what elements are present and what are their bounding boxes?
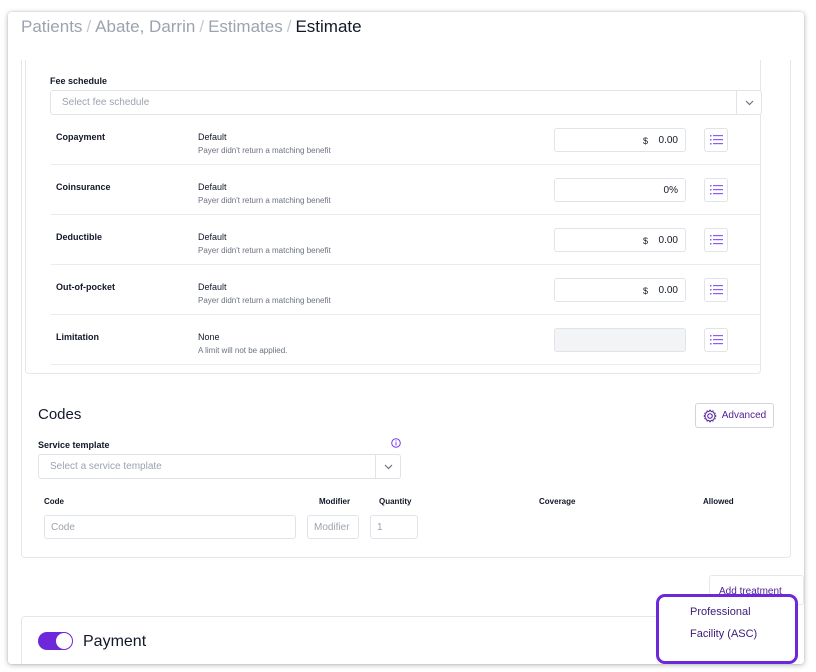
list-icon[interactable]: [704, 228, 728, 252]
benefit-note: Payer didn't return a matching benefit: [198, 196, 331, 205]
modifier-input[interactable]: Modifier: [307, 515, 359, 539]
code-placeholder: Code: [51, 522, 75, 533]
breadcrumb-estimates[interactable]: Estimates: [208, 17, 283, 36]
fee-schedule-label: Fee schedule: [50, 76, 108, 86]
app-window: Patients / Abate, Darrin / Estimates / Estimat…: [8, 12, 804, 664]
service-template-placeholder: Select a service template: [50, 461, 162, 472]
column-modifier: Modifier: [319, 497, 351, 506]
benefit-name: Coinsurance: [56, 182, 111, 192]
payment-toggle[interactable]: [38, 632, 73, 650]
benefit-row-coinsurance: Coinsurance Default Payer didn't return …: [51, 165, 761, 215]
list-icon[interactable]: [704, 278, 728, 302]
chevron-down-icon[interactable]: [375, 455, 400, 478]
benefit-value: 0.00: [658, 235, 678, 246]
chevron-down-icon[interactable]: [736, 91, 761, 114]
breadcrumb-separator: /: [86, 17, 92, 36]
toggle-knob: [56, 633, 72, 649]
advanced-label: Advanced: [721, 410, 767, 421]
codes-heading: Codes: [38, 406, 82, 423]
menu-item-professional[interactable]: Professional: [690, 606, 751, 618]
currency-symbol: $: [643, 286, 649, 296]
gear-icon: [703, 409, 717, 422]
column-coverage: Coverage: [539, 497, 576, 506]
copayment-input[interactable]: $ 0.00: [554, 128, 686, 152]
code-input[interactable]: Code: [44, 515, 296, 539]
breadcrumb-separator: /: [199, 17, 205, 36]
benefit-source: Default: [198, 182, 227, 192]
list-icon[interactable]: [704, 328, 728, 352]
service-template-select[interactable]: Select a service template: [38, 454, 401, 479]
deductible-input[interactable]: $ 0.00: [554, 228, 686, 252]
benefit-name: Copayment: [56, 132, 106, 142]
currency-symbol: $: [643, 236, 649, 246]
benefit-row-limitation: Limitation None A limit will not be appl…: [51, 315, 761, 365]
benefit-value: 0.00: [658, 285, 678, 296]
breadcrumb-patients[interactable]: Patients: [21, 17, 82, 36]
breadcrumb-current: Estimate: [295, 17, 362, 36]
out-of-pocket-input[interactable]: $ 0.00: [554, 278, 686, 302]
advanced-button[interactable]: Advanced: [695, 403, 774, 428]
modifier-placeholder: Modifier: [314, 522, 350, 533]
benefit-name: Deductible: [56, 232, 103, 242]
column-allowed: Allowed: [703, 497, 734, 506]
service-template-label: Service template: [38, 440, 110, 450]
list-icon[interactable]: [704, 128, 728, 152]
benefit-note: Payer didn't return a matching benefit: [198, 146, 331, 155]
benefit-source: Default: [198, 282, 227, 292]
coinsurance-input[interactable]: 0%: [554, 178, 686, 202]
quantity-input[interactable]: 1: [370, 515, 418, 539]
breadcrumb: Patients / Abate, Darrin / Estimates / Estimat…: [21, 17, 362, 37]
list-icon[interactable]: [704, 178, 728, 202]
benefit-value: 0%: [663, 185, 678, 196]
benefit-source: Default: [198, 132, 227, 142]
benefit-name: Out-of-pocket: [56, 282, 115, 292]
currency-symbol: $: [643, 136, 649, 146]
benefit-row-copayment: Copayment Default Payer didn't return a …: [51, 115, 761, 165]
treatment-type-menu: Professional Facility (ASC): [656, 594, 798, 664]
benefit-value: 0.00: [658, 135, 678, 146]
benefit-row-out-of-pocket: Out-of-pocket Default Payer didn't retur…: [51, 265, 761, 315]
menu-item-facility-asc[interactable]: Facility (ASC): [690, 628, 757, 640]
benefit-note: Payer didn't return a matching benefit: [198, 246, 331, 255]
limitation-input: [554, 328, 686, 352]
quantity-placeholder: 1: [377, 522, 383, 533]
fee-schedule-placeholder: Select fee schedule: [62, 97, 150, 108]
breadcrumb-separator: /: [286, 17, 292, 36]
info-icon[interactable]: [391, 438, 401, 448]
fee-schedule-select[interactable]: Select fee schedule: [50, 90, 762, 115]
benefit-note: A limit will not be applied.: [198, 346, 288, 355]
column-code: Code: [44, 497, 64, 506]
benefit-source: None: [198, 332, 220, 342]
payment-label: Payment: [83, 633, 147, 650]
benefit-source: Default: [198, 232, 227, 242]
benefit-row-deductible: Deductible Default Payer didn't return a…: [51, 215, 761, 265]
column-quantity: Quantity: [379, 497, 412, 506]
breadcrumb-patient-name[interactable]: Abate, Darrin: [95, 17, 195, 36]
benefit-name: Limitation: [56, 332, 99, 342]
benefit-note: Payer didn't return a matching benefit: [198, 296, 331, 305]
